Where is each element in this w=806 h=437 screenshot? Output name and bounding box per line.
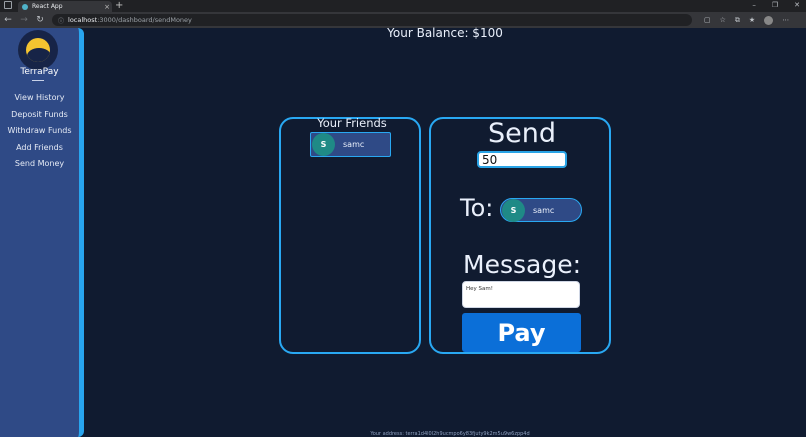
profile-avatar-icon[interactable] xyxy=(764,15,774,25)
browser-tab-strip: React App × + – ❐ ✕ xyxy=(0,0,806,12)
recipient-pill[interactable]: S samc xyxy=(500,198,582,222)
sidebar-item-add-friends[interactable]: Add Friends xyxy=(0,140,79,157)
more-menu-icon[interactable]: ⋯ xyxy=(782,16,789,24)
tab-actions-icon[interactable] xyxy=(4,1,12,9)
terrapay-logo xyxy=(18,30,58,70)
friend-item[interactable]: S samc xyxy=(310,132,391,157)
minimize-icon[interactable]: – xyxy=(752,0,756,11)
browser-tab[interactable]: React App × xyxy=(18,1,112,12)
wallet-address: Your address: terra1d4l0l2h9ucmpo6y83fju… xyxy=(370,431,530,437)
send-panel: Send To: S samc Message: Hey Sam! Pay xyxy=(429,117,611,354)
new-tab-button[interactable]: + xyxy=(115,0,123,11)
favorites-star-icon[interactable]: ☆ xyxy=(720,16,726,24)
brand-divider xyxy=(32,80,44,81)
sidebar-item-view-history[interactable]: View History xyxy=(0,90,79,107)
favorites-icon[interactable]: ★ xyxy=(749,16,755,24)
close-window-icon[interactable]: ✕ xyxy=(794,0,800,11)
site-info-icon[interactable]: ⓘ xyxy=(58,16,64,25)
send-title: Send xyxy=(487,118,556,149)
recipient-avatar: S xyxy=(502,198,525,222)
sidebar-item-send-money[interactable]: Send Money xyxy=(0,156,79,173)
sidebar-nav: View History Deposit Funds Withdraw Fund… xyxy=(0,90,79,173)
friends-title: Your Friends xyxy=(317,116,387,130)
tab-title: React App xyxy=(32,3,63,10)
brand-name: TerraPay xyxy=(20,67,59,77)
pay-button[interactable]: Pay xyxy=(462,313,581,352)
planet-logo-icon xyxy=(26,38,50,62)
amount-input[interactable] xyxy=(477,151,567,168)
friend-name: samc xyxy=(343,140,365,149)
collections-icon[interactable]: ⧉ xyxy=(735,16,740,25)
to-label: To: xyxy=(460,194,494,222)
friends-panel: Your Friends S samc xyxy=(279,116,421,354)
url-path: :3000/dashboard/sendMoney xyxy=(97,16,192,24)
address-bar[interactable]: ⓘ localhost :3000/dashboard/sendMoney xyxy=(52,14,692,26)
sidebar: TerraPay View History Deposit Funds With… xyxy=(0,28,84,437)
sidebar-item-withdraw-funds[interactable]: Withdraw Funds xyxy=(0,123,79,140)
url-host: localhost xyxy=(68,16,98,24)
back-arrow-icon[interactable]: ← xyxy=(0,12,16,28)
friend-avatar: S xyxy=(312,133,335,156)
forward-arrow-icon[interactable]: → xyxy=(16,12,32,28)
read-aloud-icon[interactable]: ▢ xyxy=(704,16,711,24)
react-favicon-icon xyxy=(22,3,28,10)
reload-icon[interactable]: ↻ xyxy=(32,12,48,28)
sidebar-item-deposit-funds[interactable]: Deposit Funds xyxy=(0,107,79,124)
recipient-name: samc xyxy=(533,205,555,215)
window-controls: – ❐ ✕ xyxy=(752,0,800,11)
message-label: Message: xyxy=(463,250,581,279)
browser-action-icons: ▢ ☆ ⧉ ★ ⋯ xyxy=(704,15,789,25)
message-input[interactable]: Hey Sam! xyxy=(462,281,580,308)
tab-close-icon[interactable]: × xyxy=(102,3,112,11)
balance-display: Your Balance: $100 xyxy=(387,26,503,40)
restore-icon[interactable]: ❐ xyxy=(772,0,778,11)
